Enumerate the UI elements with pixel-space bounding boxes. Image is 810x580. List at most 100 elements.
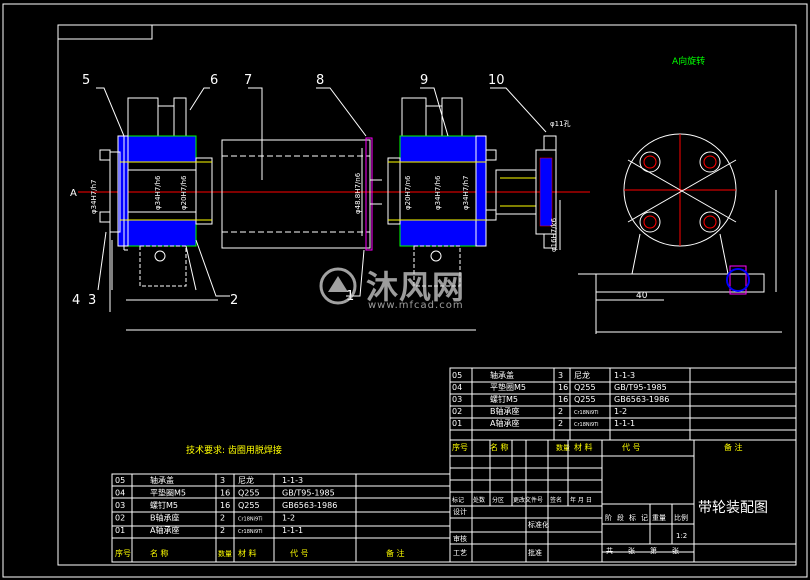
stage-label: 段 (617, 513, 624, 522)
sheet-label: 共 (606, 546, 613, 555)
dim-left-2: φ34H7/h6 (154, 175, 162, 210)
bom-row-qty: 3 (558, 371, 563, 380)
revision-label: 更改文件号 (513, 496, 543, 504)
bom-row-material: Q255 (238, 501, 260, 510)
bom-row-qty: 16 (558, 395, 568, 404)
bom-row-no: 04 (115, 489, 125, 498)
bom-row-code: GB6563-1986 (614, 395, 669, 404)
bom-row-no: 04 (452, 383, 462, 392)
bom-row-code: 1-1-1 (282, 526, 303, 535)
dim-right-1: φ20H7/n6 (404, 175, 412, 210)
revision-label: 分区 (492, 496, 504, 504)
revision-label: 签名 (550, 496, 562, 504)
bom-row-material: Cr18Ni9Ti (238, 517, 263, 523)
bom-row-name: 轴承盖 (150, 475, 174, 485)
bom-row-name: 螺钉M5 (490, 394, 518, 404)
bom-row-material: 尼龙 (574, 370, 590, 380)
part-number-3: 3 (88, 293, 96, 308)
bom-header-name: 名 称 (490, 442, 509, 452)
process-label: 工艺 (453, 549, 467, 557)
bom-row-code: 1-1-1 (614, 419, 635, 428)
bom-row-code: GB/T95-1985 (282, 489, 335, 498)
dim-right-3: φ34H7/h7 (462, 176, 470, 211)
tech-requirement: 技术要求: 齿圈用脱焊接 (186, 444, 282, 456)
bom-row-material: Q255 (238, 489, 260, 498)
approve-label: 批准 (528, 548, 542, 557)
bom-row-qty: 2 (558, 407, 563, 416)
bom-row-no: 01 (452, 419, 462, 428)
bom-header-no: 序号 (452, 442, 468, 452)
dim-hole: φ11孔 (550, 120, 571, 128)
bom-row-qty: 16 (220, 489, 230, 498)
bom-row-code: 1-2 (282, 514, 295, 523)
stage-label: 标 (629, 513, 636, 522)
bom-row-no: 03 (115, 501, 125, 510)
bom-row-no: 05 (115, 476, 125, 485)
dim-left-1: φ34H7/h7 (90, 180, 98, 215)
sheet-label: 张 (672, 546, 679, 555)
bom-header-remark: 备 注 (724, 442, 743, 452)
part-number-4: 4 (72, 293, 80, 308)
scale-label: 比例 (674, 513, 688, 522)
dim-right-2: φ34H7/h6 (434, 175, 442, 210)
view-label: A向旋转 (672, 55, 705, 67)
bom-row-qty: 2 (558, 419, 563, 428)
bom-row-name: A轴承座 (150, 525, 179, 535)
bom-row-no: 05 (452, 371, 462, 380)
drawing-title: 带轮装配图 (698, 500, 768, 516)
bom-row-no: 02 (115, 514, 125, 523)
bom-row-name: 平垫圈M5 (490, 382, 526, 392)
part-number-7: 7 (244, 73, 252, 88)
bom-row-code: GB/T95-1985 (614, 383, 667, 392)
bom-row-name: 平垫圈M5 (150, 488, 186, 498)
part-number-9: 9 (420, 73, 428, 88)
stage-label: 阶 (605, 513, 612, 522)
part-number-6: 6 (210, 73, 218, 88)
part-number-8: 8 (316, 73, 324, 88)
bom-row-qty: 3 (220, 476, 225, 485)
bom-row-code: 1-1-3 (282, 476, 303, 485)
bom-header-name: 名 称 (150, 548, 169, 558)
revision-label: 标记 (452, 496, 464, 504)
dim-base: 40 (636, 291, 648, 301)
part-number-10: 10 (488, 73, 505, 88)
bom-row-material: Cr18Ni9Ti (238, 529, 263, 535)
bom-row-material: Q255 (574, 395, 596, 404)
section-marker: A (70, 188, 77, 199)
bom-row-name: 螺钉M5 (150, 500, 178, 510)
stage-label: 记 (641, 514, 648, 522)
standardize-label: 标准化 (528, 520, 549, 529)
sheet-label: 张 (628, 546, 635, 555)
bom-header-no: 序号 (115, 548, 131, 558)
weight-label: 重量 (652, 514, 666, 522)
bom-row-material: 尼龙 (238, 475, 254, 485)
dim-left-3: φ20H7/h6 (180, 175, 188, 210)
bom-row-qty: 16 (220, 501, 230, 510)
dim-drum: φ48.8H7/n6 (354, 172, 362, 214)
check-label: 审核 (453, 534, 467, 543)
dim-shaft: φ16H7/k6 (550, 217, 558, 252)
bom-row-material: Cr18Ni9Ti (574, 422, 599, 428)
bom-row-no: 01 (115, 526, 125, 535)
bom-row-no: 02 (452, 407, 462, 416)
sheet-label: 第 (650, 546, 657, 555)
bom-header-qty: 数量 (218, 549, 232, 558)
revision-label: 处数 (473, 496, 485, 504)
revision-label: 年 月 日 (570, 496, 592, 504)
part-number-2: 2 (230, 293, 238, 308)
bom-header-material: 材 料 (574, 442, 593, 452)
scale-value: 1:2 (676, 532, 687, 540)
watermark-logo-icon (319, 267, 357, 305)
bom-row-code: GB6563-1986 (282, 501, 337, 510)
bom-row-qty: 2 (220, 514, 225, 523)
bom-header-code: 代 号 (290, 548, 309, 558)
bom-row-code: 1-2 (614, 407, 627, 416)
bom-header-code: 代 号 (622, 442, 641, 452)
bom-row-qty: 2 (220, 526, 225, 535)
part-number-5: 5 (82, 73, 90, 88)
watermark-url: www.mfcad.com (368, 300, 464, 311)
bom-row-name: B轴承座 (490, 406, 520, 416)
design-label: 设计 (453, 507, 467, 516)
bom-row-material: Cr18Ni9Ti (574, 410, 599, 416)
bom-row-material: Q255 (574, 383, 596, 392)
